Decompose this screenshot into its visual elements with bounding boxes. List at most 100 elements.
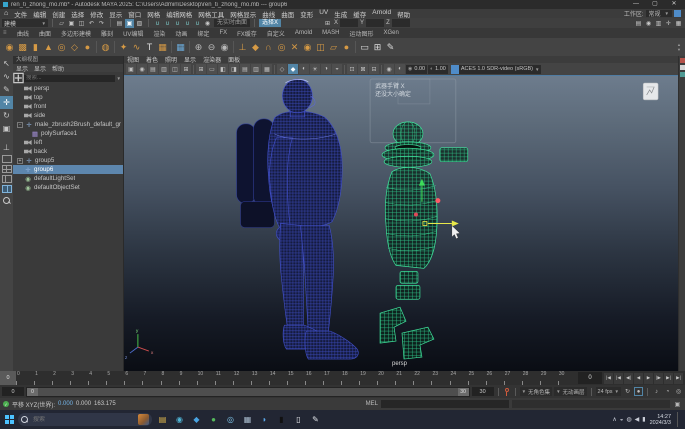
shelf-scroll-arrows[interactable]: ▲▼ — [677, 43, 682, 52]
tool-settings-icon[interactable]: ✛ — [664, 19, 673, 28]
outliner-item-left[interactable]: left — [13, 138, 123, 147]
edge-browser-icon[interactable]: ◉ — [173, 413, 186, 426]
snap-point-icon[interactable]: ∪ — [173, 19, 182, 28]
component-mode-icon[interactable]: ▧ — [135, 19, 144, 28]
menubar-item[interactable]: 修改 — [90, 9, 103, 19]
timeline-tick[interactable]: 29 — [540, 371, 558, 385]
outliner-item-male-group[interactable]: -✛male_zbrush2Brush_default_group — [13, 120, 123, 129]
shelf-tab[interactable]: 动画 — [170, 29, 192, 38]
menubar-item[interactable]: 显示 — [109, 9, 122, 19]
timeline-tick[interactable]: 11 — [215, 371, 233, 385]
xray-icon[interactable]: ⊠ — [358, 64, 368, 74]
menubar-item[interactable]: 缓存 — [353, 9, 366, 19]
uv-editor-icon[interactable]: ▭ — [358, 40, 371, 54]
move-tool[interactable]: ✛ — [0, 96, 13, 109]
sidebar-tab-light-icon[interactable] — [680, 65, 685, 70]
extrude-icon[interactable]: ⊥ — [236, 40, 249, 54]
shelf-tab[interactable]: MASH — [317, 30, 344, 36]
viewport-menu-item[interactable]: 面板 — [228, 55, 240, 64]
timeline-tick[interactable]: 14 — [269, 371, 287, 385]
menubar-item[interactable]: 文件 — [14, 9, 27, 19]
volume-icon[interactable]: ◀ — [635, 416, 640, 423]
play-forward-button[interactable]: ▶ — [644, 373, 653, 384]
app-diamond-icon[interactable]: ◆ — [190, 413, 203, 426]
loop-mode-icon[interactable]: ↻ — [623, 387, 632, 396]
timeline-tick[interactable]: 1 — [34, 371, 52, 385]
new-scene-icon[interactable]: ▱ — [57, 19, 66, 28]
menubar-item[interactable]: 创建 — [52, 9, 65, 19]
menubar-item[interactable]: UV — [319, 9, 328, 19]
network-icon[interactable]: ◍ — [626, 416, 631, 423]
sound-icon[interactable]: ♪ — [652, 387, 661, 396]
menubar-item[interactable]: 网格显示 — [230, 9, 256, 19]
shelf-tab[interactable]: 渲染 — [148, 29, 170, 38]
layout-four-pane-button[interactable] — [2, 165, 12, 173]
timeline-tick[interactable]: 18 — [341, 371, 359, 385]
mirror-icon[interactable]: ◫ — [314, 40, 327, 54]
timeline-tick[interactable]: 10 — [197, 371, 215, 385]
shadows-icon[interactable]: ◑ — [321, 64, 331, 74]
outliner-item-top[interactable]: top — [13, 93, 123, 102]
snap-curve-icon[interactable]: ∪ — [163, 19, 172, 28]
timeline-tick[interactable]: 8 — [161, 371, 179, 385]
range-start-handle[interactable]: 0 — [27, 388, 38, 396]
transform-entry-icon[interactable]: ⊞ — [323, 19, 332, 28]
shelf-tab[interactable]: UV编辑 — [118, 29, 148, 38]
timeline-tick[interactable]: 13 — [251, 371, 269, 385]
menubar-item[interactable]: 网格工具 — [198, 9, 224, 19]
timeline-tick[interactable]: 20 — [377, 371, 395, 385]
workspace-pin-icon[interactable] — [674, 10, 681, 17]
y-input[interactable] — [366, 19, 384, 27]
pan-zoom-icon[interactable]: ⊞ — [181, 64, 191, 74]
menubar-item[interactable]: 选择 — [71, 9, 84, 19]
outliner-item-side[interactable]: side — [13, 111, 123, 120]
shelf-tab[interactable]: 绑定 — [192, 29, 214, 38]
script-editor-icon[interactable]: ▣ — [673, 400, 682, 409]
poly-cube-icon[interactable]: ▩ — [16, 40, 29, 54]
prev-frame-button[interactable]: ◀| — [624, 373, 633, 384]
bevel-icon[interactable]: ◆ — [249, 40, 262, 54]
timeline-tick[interactable]: 15 — [287, 371, 305, 385]
auto-key-toggle[interactable]: ● — [634, 387, 643, 396]
safe-title-icon[interactable]: ▦ — [262, 64, 272, 74]
timeline-tick[interactable]: 17 — [323, 371, 341, 385]
next-frame-button[interactable]: |▶ — [654, 373, 663, 384]
camera-attributes-icon[interactable]: ▤ — [148, 64, 158, 74]
hierarchy-mode-icon[interactable]: ▤ — [115, 19, 124, 28]
open-scene-icon[interactable]: ▣ — [67, 19, 76, 28]
shelf-tab[interactable]: 多边形建模 — [56, 29, 96, 38]
shelf-menu-icon[interactable]: ≡ — [3, 30, 12, 36]
timeline-tick[interactable]: 22 — [413, 371, 431, 385]
viewport-menu-item[interactable]: 视图 — [127, 55, 139, 64]
exposure-icon[interactable]: ◉ — [384, 64, 394, 74]
layout-outliner-persp-button[interactable] — [2, 185, 12, 193]
anim-start-field[interactable]: 0 — [2, 387, 24, 396]
go-to-start-button[interactable]: |◀ — [604, 373, 613, 384]
sweep-mesh-icon[interactable]: ∿ — [130, 40, 143, 54]
shelf-tab[interactable]: 自定义 — [262, 29, 290, 38]
range-end-handle[interactable]: 30 — [458, 388, 469, 396]
timeline-tick[interactable]: 6 — [124, 371, 142, 385]
outliner-item-group6[interactable]: ✛group6 — [13, 165, 123, 174]
chat-app-icon[interactable]: ◗ — [258, 413, 271, 426]
viewport-menu-item[interactable]: 着色 — [146, 55, 158, 64]
show-desktop-button[interactable] — [677, 412, 680, 427]
viewport-menu-item[interactable]: 渲染器 — [203, 55, 221, 64]
outliner-search-input[interactable] — [24, 75, 115, 82]
colorspace-dropdown[interactable]: ACES 1.0 SDR-video (sRGB)▼ — [451, 65, 542, 74]
home-icon[interactable]: ⌂ — [4, 10, 8, 17]
tray-chevron-icon[interactable]: ∧ — [612, 416, 616, 423]
cut-uv-icon[interactable]: ✎ — [384, 40, 397, 54]
live-surface-field[interactable]: 无实时曲面 — [214, 19, 250, 27]
shelf-tab[interactable]: 运动图形 — [345, 29, 379, 38]
universal-manipulator-icon[interactable]: ⊥ — [0, 141, 13, 154]
quad-draw-icon[interactable]: ▱ — [327, 40, 340, 54]
sidebar-tab-teal-icon[interactable] — [680, 72, 685, 77]
modeling-toolkit-icon[interactable]: ▤ — [634, 19, 643, 28]
attribute-editor-icon[interactable]: ▥ — [654, 19, 663, 28]
timeline-tick[interactable]: 25 — [468, 371, 486, 385]
menubar-item[interactable]: 变形 — [300, 9, 313, 19]
field-chart-icon[interactable]: ▤ — [240, 64, 250, 74]
booleans-icon[interactable]: ▦ — [156, 40, 169, 54]
menubar-item[interactable]: 网格 — [147, 9, 160, 19]
